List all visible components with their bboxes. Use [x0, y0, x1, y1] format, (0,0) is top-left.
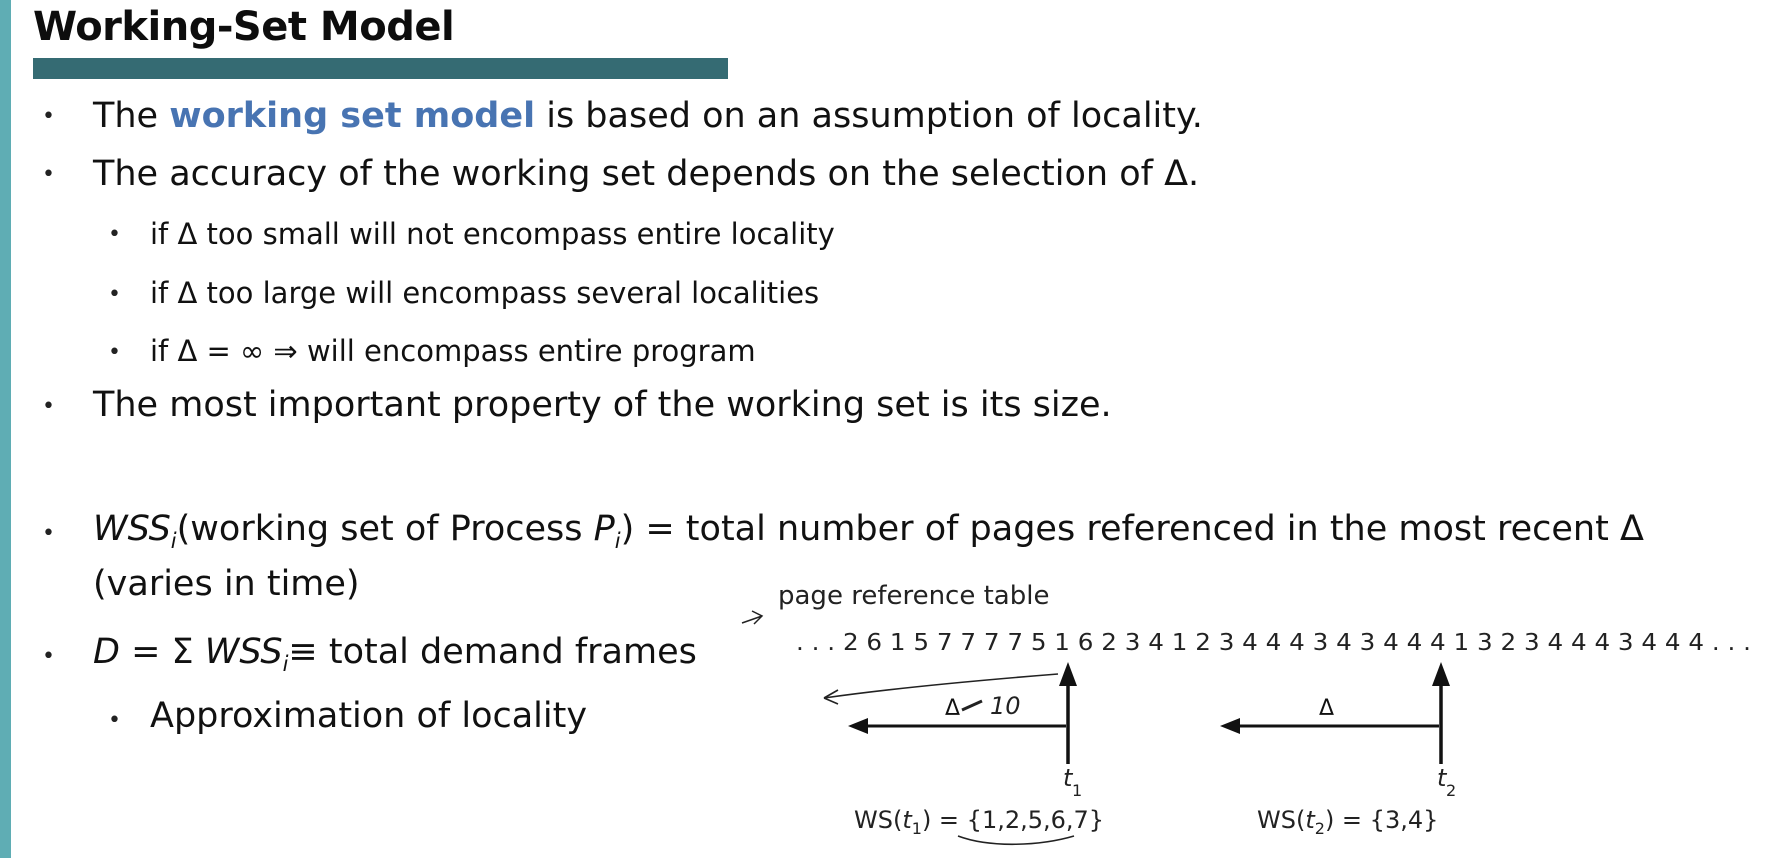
t2-arrow-up — [1432, 662, 1450, 686]
ws-t1-sub: 1 — [912, 819, 922, 838]
working-set-diagram: page reference table . . . 2 6 1 5 7 7 7… — [741, 581, 1751, 846]
t1-subscript: 1 — [1072, 781, 1082, 800]
ws-t1-equation: WS(t1) = {1,2,5,6,7} — [854, 806, 1104, 838]
delta-label-1: Δ — [945, 696, 960, 721]
handwritten-delta-arrow — [823, 673, 1059, 705]
delta-window-2-arrow — [1220, 718, 1240, 734]
page-reference-string: . . . 2 6 1 5 7 7 7 7 5 1 6 2 3 4 1 2 3 … — [796, 630, 1751, 656]
handwritten-dash — [961, 699, 983, 712]
handwritten-underline — [957, 835, 1075, 846]
t1-arrow-up — [1059, 662, 1077, 686]
page-reference-table-caption: page reference table — [778, 581, 1049, 611]
handwritten-delta-value: 10 — [990, 692, 1021, 720]
ws-t2-set: ) = {3,4} — [1325, 806, 1438, 834]
ws-t2-prefix: WS( — [1257, 806, 1305, 834]
ws-t1-prefix: WS( — [854, 806, 902, 834]
ws-t1-set: ) = {1,2,5,6,7} — [922, 806, 1104, 834]
ws-t2-equation: WS(t2) = {3,4} — [1257, 806, 1438, 838]
delta-label-2: Δ — [1319, 696, 1334, 721]
t2-subscript: 2 — [1446, 781, 1456, 800]
ws-t2-sub: 2 — [1315, 819, 1325, 838]
delta-window-1-arrow — [848, 718, 868, 734]
handwritten-arrow-mark — [741, 610, 764, 625]
